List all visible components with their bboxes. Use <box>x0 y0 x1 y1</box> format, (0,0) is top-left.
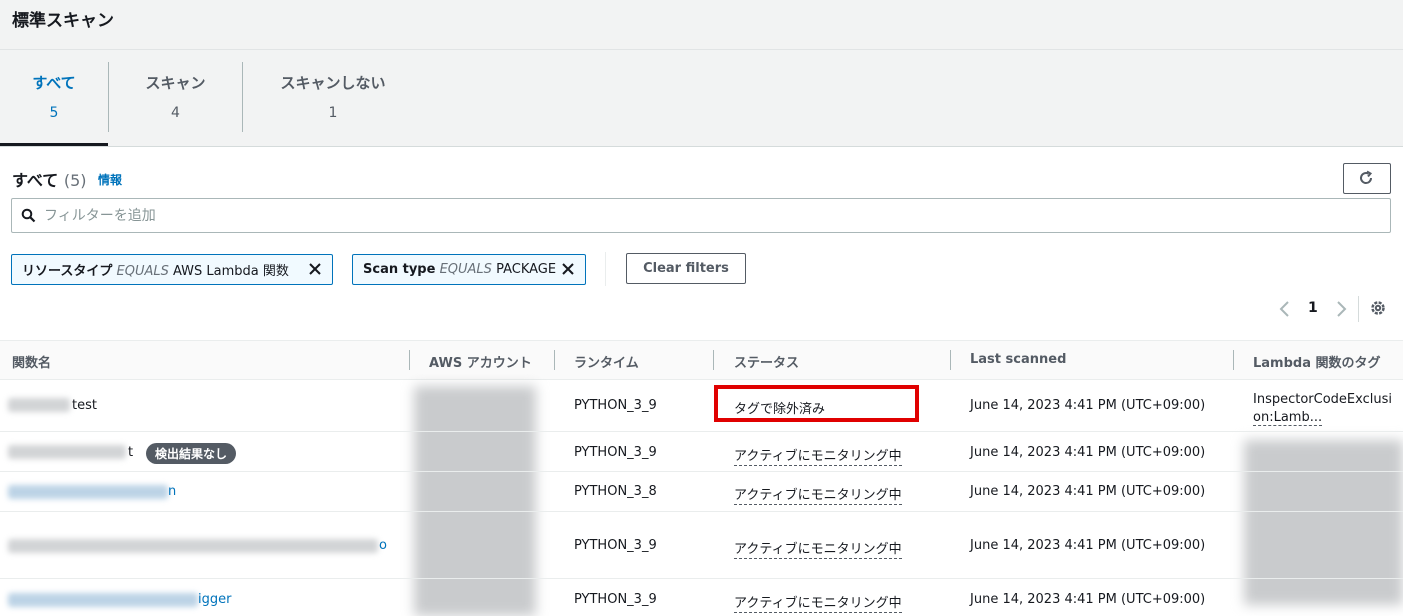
chevron-right-icon[interactable] <box>1333 300 1349 318</box>
column-header-tags[interactable]: Lambda 関数のタグ <box>1253 352 1381 371</box>
filter-operator: EQUALS <box>116 264 169 279</box>
row-divider <box>0 578 1403 579</box>
function-name[interactable]: t <box>128 445 133 460</box>
highlight-box <box>714 385 919 422</box>
filter-chip-resource-type: リソースタイプ EQUALS AWS Lambda 関数 <box>11 254 333 285</box>
filter-chip-scan-type: Scan type EQUALS PACKAGE <box>352 254 586 285</box>
function-name[interactable]: test <box>72 398 97 413</box>
redacted-name <box>8 445 126 459</box>
runtime: PYTHON_3_9 <box>574 445 657 460</box>
column-header-function-name[interactable]: 関数名 <box>12 352 51 371</box>
status-link: アクティブにモニタリング中 <box>734 484 902 505</box>
tag-line: InspectorCodeExclusi <box>1253 392 1392 407</box>
column-header-status[interactable]: ステータス <box>734 352 799 371</box>
info-link[interactable]: 情報 <box>98 171 122 188</box>
row-divider <box>0 511 1403 512</box>
status-link: アクティブにモニタリング中 <box>734 445 902 466</box>
runtime: PYTHON_3_9 <box>574 592 657 607</box>
refresh-icon <box>1360 170 1373 184</box>
filter-value: AWS Lambda 関数 <box>173 264 289 279</box>
last-scanned: June 14, 2023 4:41 PM (UTC+09:00) <box>970 445 1206 460</box>
status-text[interactable]: アクティブにモニタリング中 <box>734 542 902 559</box>
tab-all[interactable]: すべて 5 <box>0 62 108 132</box>
function-name-link[interactable]: igger <box>198 592 231 607</box>
clear-filters-button[interactable]: Clear filters <box>626 253 746 284</box>
column-resizer[interactable] <box>409 350 410 370</box>
divider <box>0 49 1403 50</box>
search-input[interactable] <box>42 205 1346 227</box>
close-icon[interactable] <box>308 262 322 276</box>
column-resizer[interactable] <box>1233 350 1234 370</box>
search-icon <box>21 208 36 223</box>
section-title-text: すべて <box>12 171 59 190</box>
divider <box>1358 296 1359 322</box>
status-text[interactable]: アクティブにモニタリング中 <box>734 449 902 466</box>
row-divider <box>0 431 1403 432</box>
tab-count: 5 <box>49 105 59 121</box>
gear-icon[interactable] <box>1369 299 1387 317</box>
runtime: PYTHON_3_9 <box>574 538 657 553</box>
status-link: アクティブにモニタリング中 <box>734 538 902 559</box>
redacted-name <box>8 398 70 412</box>
refresh-button[interactable] <box>1343 163 1391 194</box>
column-resizer[interactable] <box>950 350 951 370</box>
column-resizer[interactable] <box>713 350 714 370</box>
redacted-account <box>414 386 536 616</box>
tag-line: on:Lamb... <box>1253 410 1323 426</box>
filter-key: リソースタイプ <box>22 264 113 279</box>
redacted-tags <box>1244 440 1403 605</box>
runtime: PYTHON_3_8 <box>574 484 657 499</box>
page-title: 標準スキャン <box>12 11 114 31</box>
function-name-link[interactable]: o <box>379 538 387 553</box>
status-text[interactable]: アクティブにモニタリング中 <box>734 596 902 613</box>
section-count: (5) <box>63 171 87 190</box>
status-link: アクティブにモニタリング中 <box>734 592 902 613</box>
section-title: すべて (5) <box>12 167 87 191</box>
redacted-name <box>8 485 168 499</box>
last-scanned: June 14, 2023 4:41 PM (UTC+09:00) <box>970 398 1206 413</box>
tab-count: 4 <box>171 105 180 121</box>
tab-label: すべて <box>32 74 76 92</box>
column-resizer[interactable] <box>554 350 555 370</box>
filter-key: Scan type <box>363 262 436 277</box>
table-header: 関数名 AWS アカウント ランタイム ステータス Last scanned L… <box>0 340 1403 380</box>
status-badge: 検出結果なし <box>146 443 237 464</box>
column-header-last-scanned[interactable]: Last scanned <box>970 352 1066 367</box>
redacted-name <box>8 593 198 607</box>
row-divider <box>0 471 1403 472</box>
column-header-runtime[interactable]: ランタイム <box>574 352 639 371</box>
last-scanned: June 14, 2023 4:41 PM (UTC+09:00) <box>970 538 1206 553</box>
last-scanned: June 14, 2023 4:41 PM (UTC+09:00) <box>970 592 1206 607</box>
tag-value[interactable]: InspectorCodeExclusi on:Lamb... <box>1253 391 1392 427</box>
filter-value: PACKAGE <box>496 262 557 277</box>
runtime: PYTHON_3_9 <box>574 398 657 413</box>
filter-operator: EQUALS <box>439 262 492 277</box>
close-icon[interactable] <box>561 262 575 276</box>
tab-count: 1 <box>328 105 338 121</box>
last-scanned: June 14, 2023 4:41 PM (UTC+09:00) <box>970 484 1206 499</box>
status-text[interactable]: アクティブにモニタリング中 <box>734 488 902 505</box>
tab-label: スキャン <box>145 74 206 92</box>
column-header-account[interactable]: AWS アカウント <box>429 352 532 371</box>
tab-no-scan[interactable]: スキャンしない 1 <box>243 62 423 132</box>
chevron-left-icon[interactable] <box>1277 300 1293 318</box>
tab-label: スキャンしない <box>280 74 386 92</box>
redacted-name <box>8 539 378 553</box>
page-number[interactable]: 1 <box>1308 300 1318 316</box>
divider <box>605 252 606 286</box>
tab-scan[interactable]: スキャン 4 <box>109 62 242 132</box>
function-name-link[interactable]: n <box>168 484 176 499</box>
filter-search[interactable] <box>11 198 1391 233</box>
divider <box>0 146 1403 147</box>
